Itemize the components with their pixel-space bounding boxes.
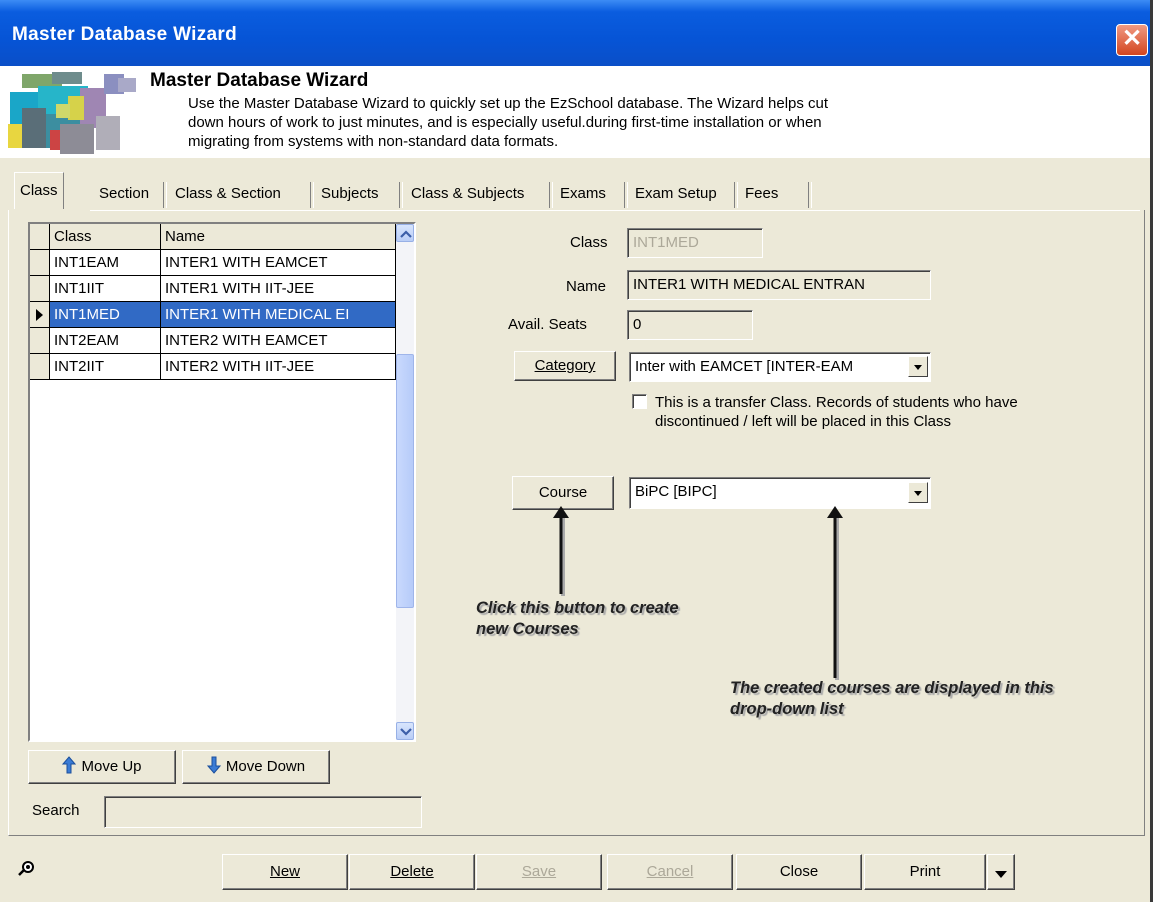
tab-separator: [808, 182, 812, 208]
print-button[interactable]: Print: [864, 854, 986, 890]
chevron-down-icon[interactable]: [908, 482, 928, 503]
new-button-label: New: [269, 863, 300, 880]
title-bar[interactable]: Master Database Wizard ✕: [0, 0, 1150, 66]
transfer-class-checkbox[interactable]: [632, 394, 647, 409]
category-dropdown[interactable]: Inter with EAMCET [INTER-EAM: [629, 352, 931, 382]
tab-class-subjects[interactable]: Class & Subjects: [406, 180, 529, 208]
row-indicator[interactable]: [30, 250, 50, 276]
scroll-down-button[interactable]: [396, 722, 414, 740]
tab-subjects-label: Subjects: [321, 185, 379, 202]
class-grid[interactable]: Class Name INT1EAM INTER1 WITH EAMCET IN…: [28, 222, 416, 742]
grid-corner: [30, 224, 50, 250]
banner-title: Master Database Wizard: [150, 70, 369, 91]
category-button-label: Category: [534, 357, 596, 374]
annotation-arrow-button: [553, 506, 569, 596]
move-down-button[interactable]: Move Down: [182, 750, 330, 784]
grid-vertical-scrollbar[interactable]: [396, 224, 414, 740]
grid-cell-name-selected[interactable]: INTER1 WITH MEDICAL EI: [161, 302, 396, 328]
move-up-button[interactable]: Move Up: [28, 750, 176, 784]
annotation-course-button-note: Click this button to create new Courses: [476, 598, 706, 640]
category-button[interactable]: Category: [514, 351, 616, 381]
move-up-label: Move Up: [81, 758, 142, 775]
tab-class[interactable]: Class: [14, 172, 64, 209]
wizard-logo-icon: [8, 72, 136, 154]
grid-cell-name[interactable]: INTER2 WITH EAMCET: [161, 328, 396, 354]
annotation-text: Click this button to create new Courses: [476, 599, 679, 638]
window-title: Master Database Wizard: [12, 24, 238, 45]
chevron-down-icon: [995, 871, 1007, 878]
avail-seats-label: Avail. Seats: [508, 316, 587, 333]
row-indicator-current[interactable]: [30, 302, 50, 328]
tab-exam-setup[interactable]: Exam Setup: [630, 180, 722, 208]
save-button-label: Save: [521, 863, 557, 880]
close-button[interactable]: Close: [736, 854, 862, 890]
tab-baseline: [90, 210, 1140, 211]
grid-cell-class[interactable]: INT2IIT: [50, 354, 161, 380]
course-selected-value: BiPC [BIPC]: [635, 483, 717, 500]
grid-cell-name[interactable]: INTER1 WITH EAMCET: [161, 250, 396, 276]
class-label: Class: [570, 234, 608, 251]
tab-section[interactable]: Section: [94, 180, 154, 208]
category-selected-value: Inter with EAMCET [INTER-EAM: [635, 358, 854, 375]
wizard-window: Master Database Wizard ✕ Master Database…: [0, 0, 1153, 902]
tab-subjects[interactable]: Subjects: [316, 180, 384, 208]
column-header-name[interactable]: Name: [161, 224, 396, 250]
grid-cell-name[interactable]: INTER2 WITH IIT-JEE: [161, 354, 396, 380]
tab-separator: [624, 182, 628, 208]
tab-fees[interactable]: Fees: [740, 180, 783, 208]
banner-description: Use the Master Database Wizard to quickl…: [188, 95, 829, 150]
arrow-down-icon: [206, 756, 221, 774]
cancel-button[interactable]: Cancel: [607, 854, 733, 890]
new-button[interactable]: New: [222, 854, 348, 890]
name-label: Name: [566, 278, 607, 295]
annotation-text: The created courses are displayed in thi…: [730, 679, 1054, 718]
tab-separator: [399, 182, 403, 208]
annotation-dropdown-note: The created courses are displayed in thi…: [730, 678, 1090, 720]
annotation-arrow-dropdown: [827, 506, 843, 680]
grid-cell-class-selected[interactable]: INT1MED: [50, 302, 161, 328]
scroll-down-icon: [400, 728, 412, 736]
print-options-button[interactable]: [987, 854, 1015, 890]
tab-strip: Class Section Class & Section Subjects C…: [10, 172, 1140, 210]
arrow-up-icon: [62, 756, 77, 774]
move-down-label: Move Down: [225, 758, 306, 775]
scroll-up-icon: [400, 230, 412, 238]
grid-cell-class[interactable]: INT1EAM: [50, 250, 161, 276]
grid-cell-name[interactable]: INTER1 WITH IIT-JEE: [161, 276, 396, 302]
save-button[interactable]: Save: [476, 854, 602, 890]
column-header-class[interactable]: Class: [50, 224, 161, 250]
class-field[interactable]: INT1MED: [627, 228, 763, 258]
tab-class-section[interactable]: Class & Section: [170, 180, 286, 208]
avail-seats-field[interactable]: 0: [627, 310, 753, 340]
row-indicator[interactable]: [30, 276, 50, 302]
tab-separator: [310, 182, 314, 208]
current-row-arrow-icon: [36, 309, 43, 321]
close-icon[interactable]: ✕: [1116, 24, 1148, 56]
chevron-down-icon[interactable]: [908, 356, 928, 377]
name-field[interactable]: INTER1 WITH MEDICAL ENTRAN: [627, 270, 931, 300]
tab-exams[interactable]: Exams: [555, 180, 611, 208]
course-dropdown[interactable]: BiPC [BIPC]: [629, 477, 931, 509]
search-input[interactable]: [104, 796, 422, 828]
cancel-button-label: Cancel: [646, 863, 694, 880]
grid-cell-class[interactable]: INT1IIT: [50, 276, 161, 302]
scroll-up-button[interactable]: [396, 224, 414, 242]
wizard-banner: Master Database Wizard Use the Master Da…: [0, 66, 1150, 158]
grid-cell-class[interactable]: INT2EAM: [50, 328, 161, 354]
tab-separator: [734, 182, 738, 208]
row-indicator[interactable]: [30, 354, 50, 380]
delete-button[interactable]: Delete: [349, 854, 475, 890]
tab-separator: [549, 182, 553, 208]
delete-button-label: Delete: [390, 863, 434, 880]
row-indicator[interactable]: [30, 328, 50, 354]
search-label: Search: [32, 802, 80, 819]
scroll-thumb[interactable]: [396, 354, 414, 608]
transfer-class-text: This is a transfer Class. Records of stu…: [655, 394, 1018, 430]
bottom-button-bar: New Delete Save Cancel Close Print: [0, 842, 1150, 902]
connection-icon: [18, 861, 34, 876]
tab-separator: [163, 182, 167, 208]
